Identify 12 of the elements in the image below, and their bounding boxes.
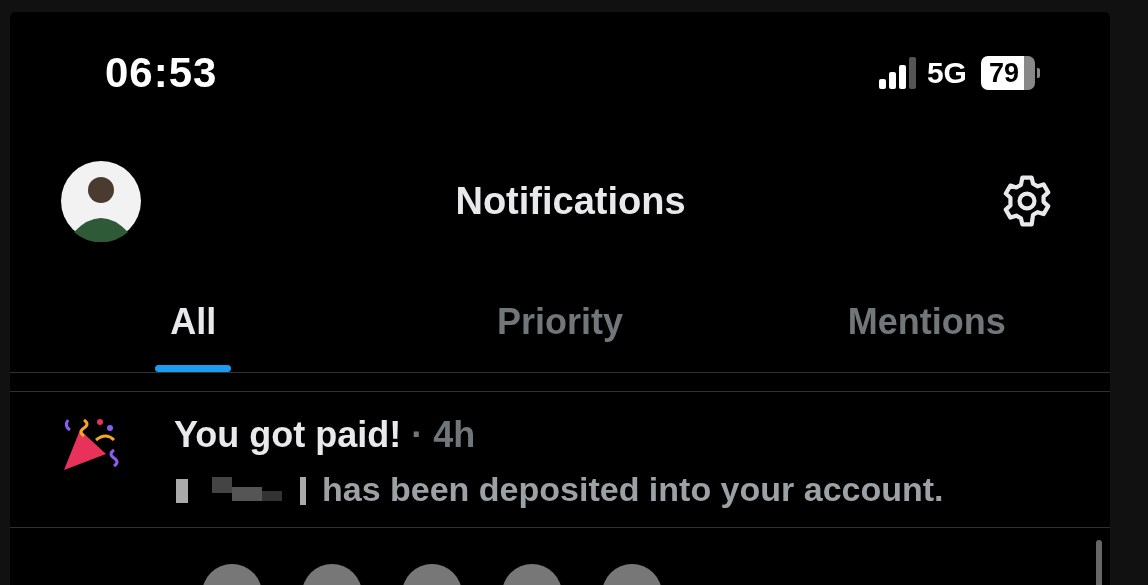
signal-icon	[878, 57, 917, 89]
avatar[interactable]	[60, 160, 142, 242]
tab[interactable]: Mentions	[743, 268, 1110, 372]
notification-body: has been deposited into your account.	[322, 470, 944, 509]
scrollbar[interactable]	[1096, 540, 1102, 585]
clock-time: 06:53	[105, 49, 219, 97]
page-title: Notifications	[454, 179, 687, 223]
network-label: 5G	[926, 56, 967, 90]
tab[interactable]: All	[10, 268, 377, 372]
notification-title: You got paid!	[174, 414, 402, 456]
tab[interactable]: Priority	[376, 268, 744, 372]
notification-time: · 4h	[411, 414, 476, 456]
